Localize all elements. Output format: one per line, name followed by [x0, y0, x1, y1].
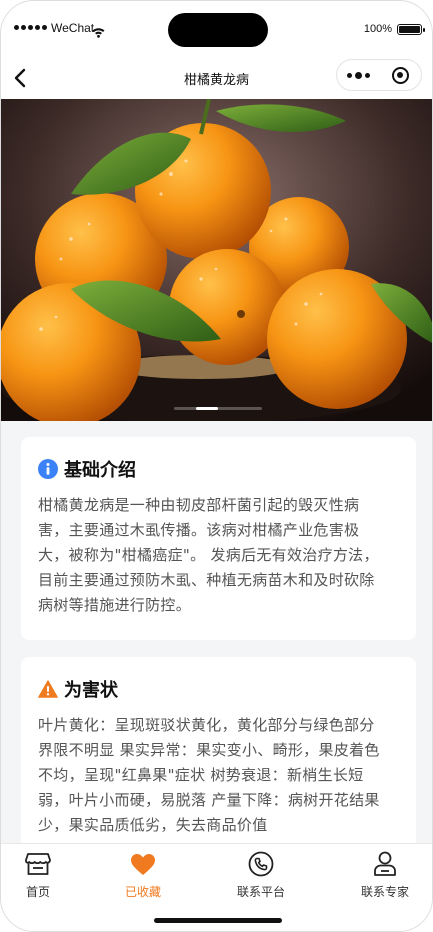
oranges-photo	[1, 99, 432, 421]
wifi-icon	[92, 23, 105, 42]
phone-icon	[247, 850, 275, 878]
more-dots-icon	[346, 71, 370, 79]
tab-contact-platform-label: 联系平台	[236, 885, 285, 899]
hazard-line: 界限不明显 果实异常：果实变小、畸形，果皮着色	[38, 741, 380, 759]
tab-contact-expert-label: 联系专家	[360, 885, 409, 899]
phone-screen: WeChat 100% 柑橘黄龙病 基础介绍 柑橘黄龙病是一种由韧皮部杆菌引起的…	[0, 0, 433, 932]
status-bar: WeChat 100%	[1, 1, 432, 57]
signal-dots-icon	[14, 25, 47, 30]
tab-contact-platform[interactable]: 联系平台	[211, 850, 311, 902]
intro-card: 基础介绍 柑橘黄龙病是一种由韧皮部杆菌引起的毁灭性病 害，主要通过木虱传播。该病…	[21, 437, 416, 640]
intro-text: 柑橘黄龙病是一种由韧皮部杆菌引起的毁灭性病 害，主要通过木虱传播。该病对柑橘产业…	[38, 493, 399, 618]
navigation-bar: 柑橘黄龙病	[1, 57, 432, 99]
hazard-title: 为害状	[64, 680, 118, 701]
hazard-card: 为害状 叶片黄化：呈现斑驳状黄化，黄化部分与绿色部分 界限不明显 果实异常：果实…	[21, 657, 416, 843]
tab-home-label: 首页	[25, 885, 50, 899]
carrier-label: WeChat	[51, 21, 95, 35]
hazard-line: 弱，叶片小而硬，易脱落 产量下降：病树开花结果	[38, 791, 380, 809]
intro-line: 病树等措施进行防控。	[38, 596, 192, 614]
hazard-line: 叶片黄化：呈现斑驳状黄化，黄化部分与绿色部分	[38, 716, 375, 734]
mini-program-capsule	[336, 59, 422, 91]
tab-favorites-label: 已收藏	[124, 885, 161, 899]
home-indicator[interactable]	[154, 918, 282, 923]
banner-carousel[interactable]	[1, 99, 432, 421]
battery-percentage: 100%	[363, 23, 392, 35]
tab-contact-expert[interactable]: 联系专家	[335, 850, 432, 902]
hazard-line: 少，果实品质低劣，失去商品价值	[38, 816, 268, 834]
intro-title: 基础介绍	[64, 460, 136, 481]
info-icon	[38, 459, 58, 479]
more-button[interactable]	[337, 71, 379, 79]
heart-icon	[129, 850, 157, 878]
tab-favorites[interactable]: 已收藏	[93, 850, 193, 902]
store-icon	[24, 850, 52, 878]
battery-icon	[397, 24, 425, 35]
carousel-indicator	[174, 407, 262, 410]
hazard-text: 叶片黄化：呈现斑驳状黄化，黄化部分与绿色部分 界限不明显 果实异常：果实变小、畸…	[38, 713, 399, 838]
carousel-indicator-active	[196, 407, 218, 410]
content-scroll-area[interactable]: 基础介绍 柑橘黄龙病是一种由韧皮部杆菌引起的毁灭性病 害，主要通过木虱传播。该病…	[1, 421, 432, 843]
intro-line: 大，被称为"柑橘癌症"。 发病后无有效治疗方法，	[38, 546, 379, 564]
hazard-line: 不均，呈现"红鼻果"症状 树势衰退：新梢生长短	[38, 766, 364, 784]
intro-line: 柑橘黄龙病是一种由韧皮部杆菌引起的毁灭性病	[38, 496, 360, 514]
close-target-icon	[391, 66, 409, 84]
intro-card-header: 基础介绍	[38, 455, 399, 483]
camera-notch	[168, 13, 268, 47]
intro-line: 目前主要通过预防木虱、种植无病苗木和及时砍除	[38, 571, 375, 589]
close-button[interactable]	[379, 66, 421, 84]
expert-icon	[371, 850, 399, 878]
battery-level-fill	[399, 26, 420, 33]
intro-line: 害，主要通过木虱传播。该病对柑橘产业危害极	[38, 521, 360, 539]
hazard-card-header: 为害状	[38, 675, 399, 703]
tab-home[interactable]: 首页	[1, 850, 88, 902]
warning-icon	[38, 679, 58, 699]
